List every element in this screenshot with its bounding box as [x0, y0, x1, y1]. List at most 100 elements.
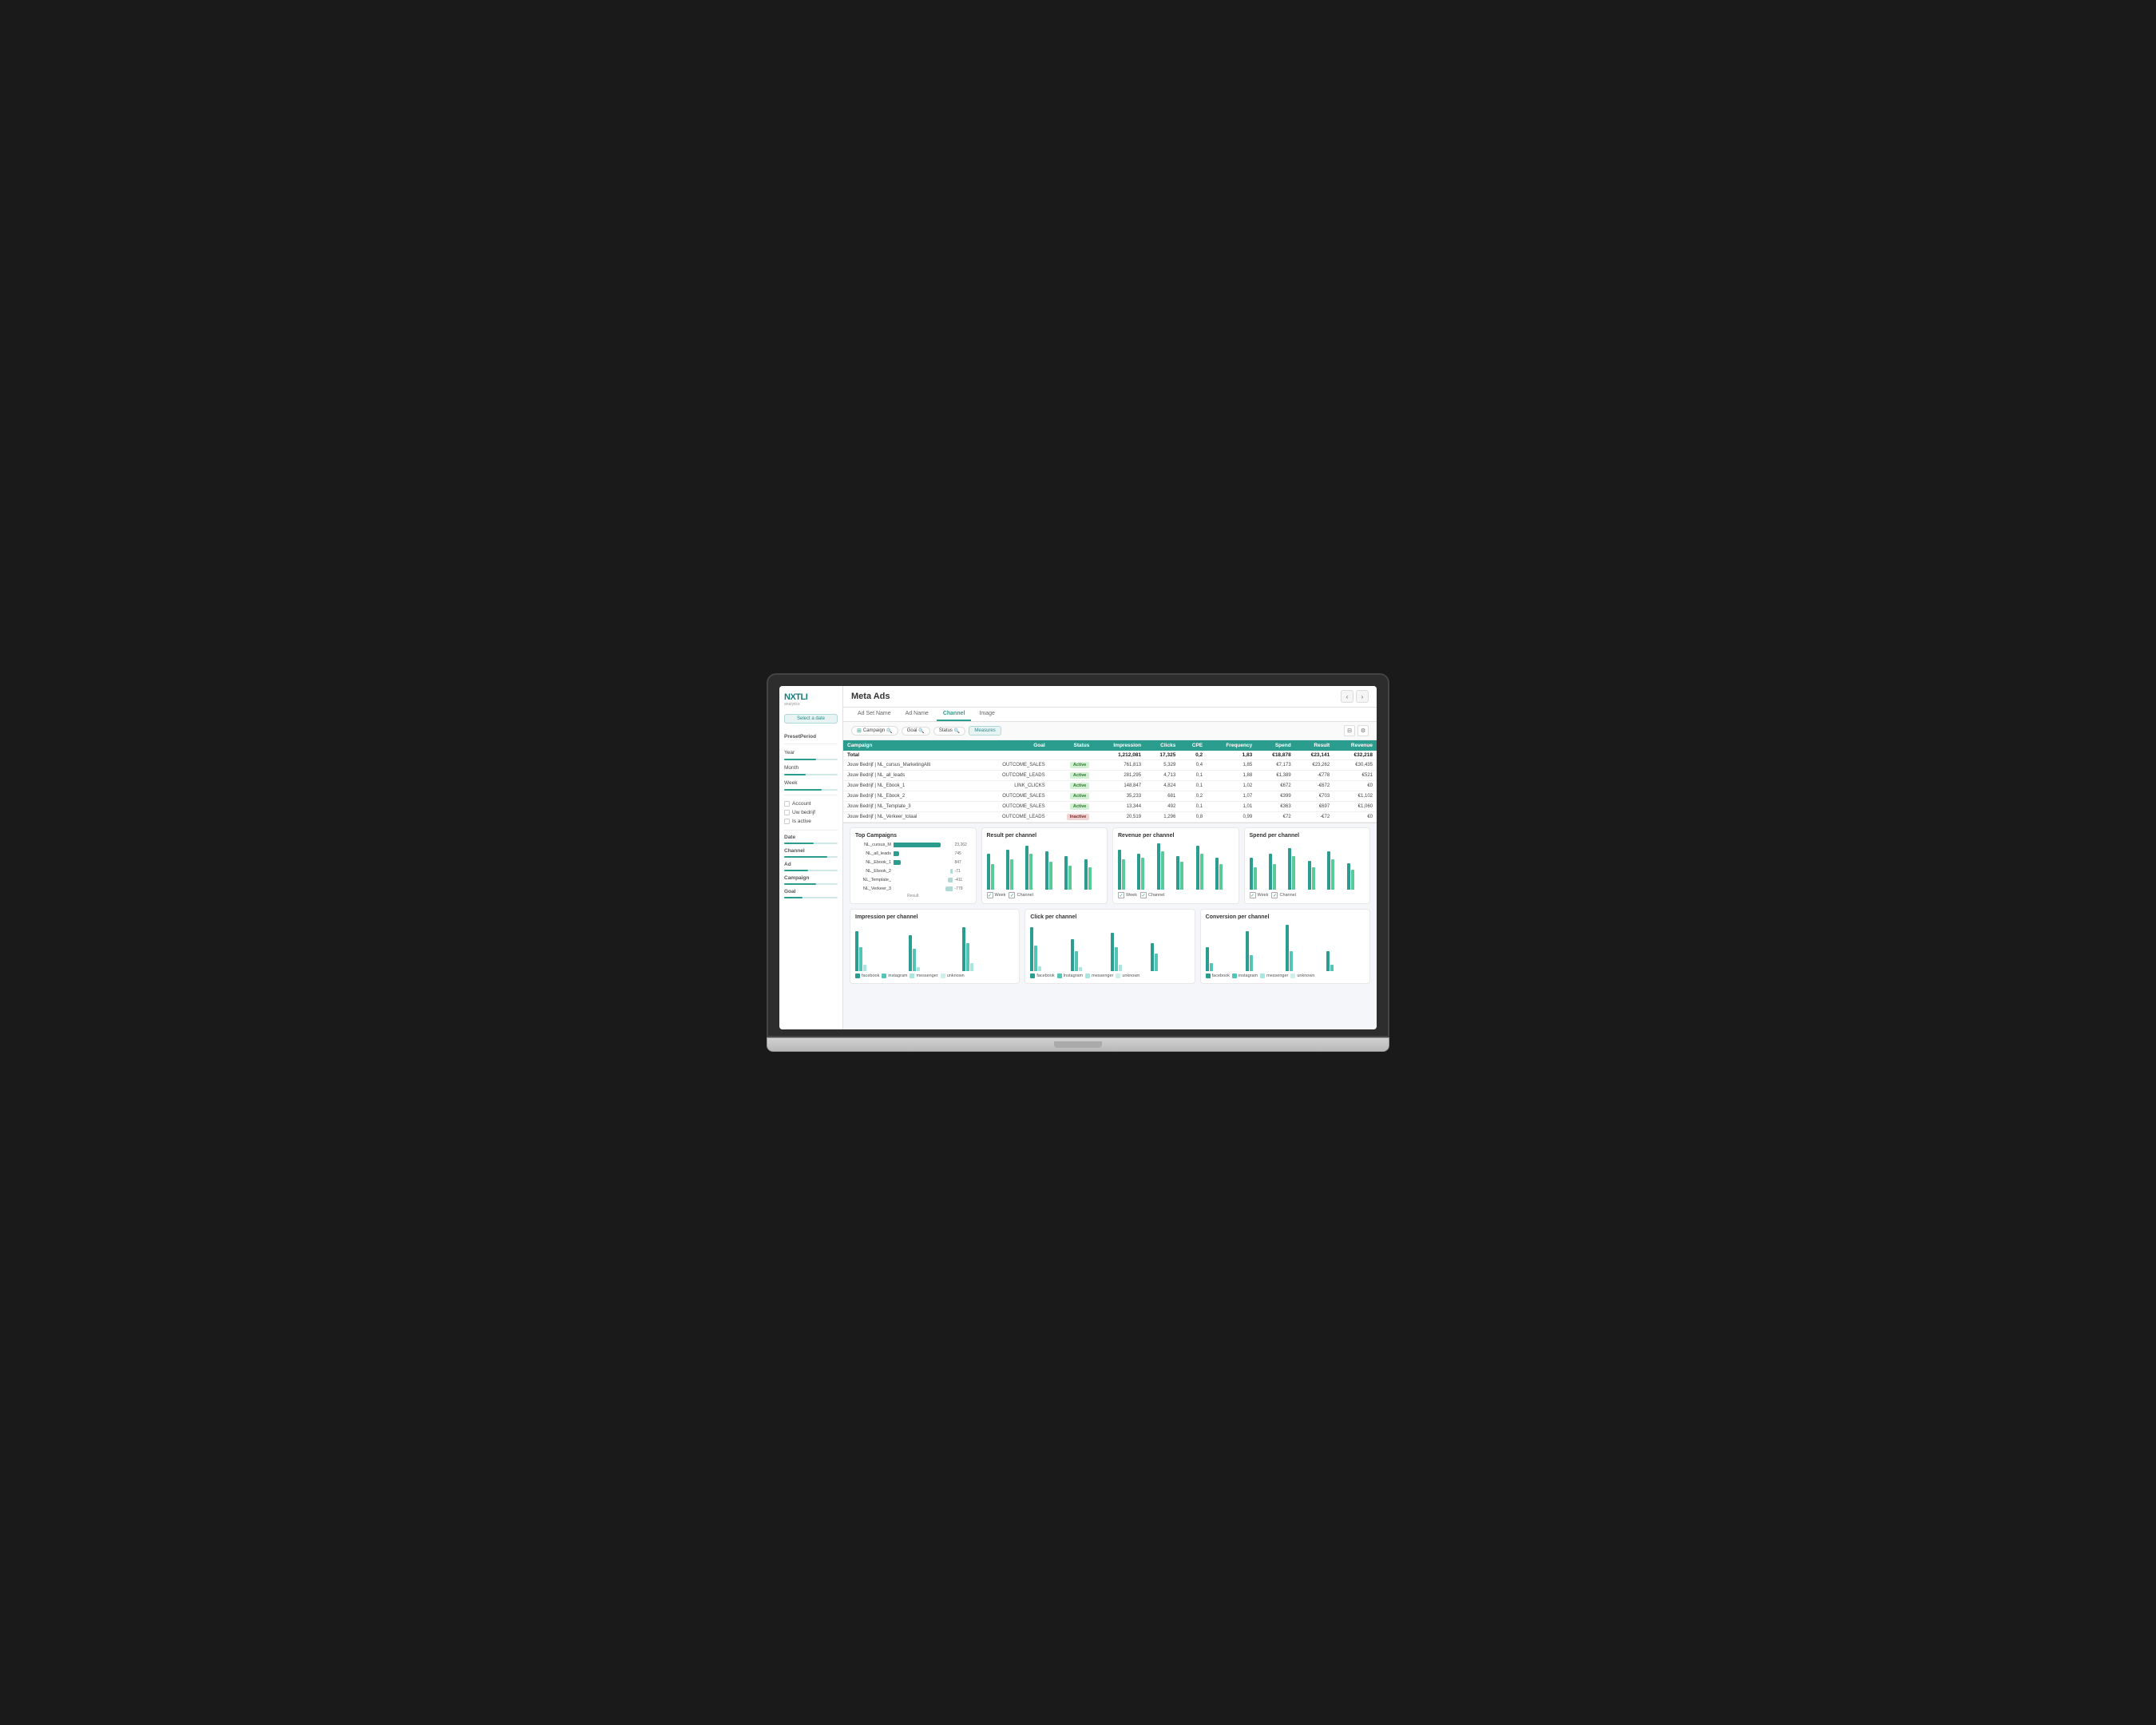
- col-revenue[interactable]: Revenue: [1334, 740, 1377, 751]
- result-channel-toggle[interactable]: ✓ Channel: [1009, 892, 1033, 898]
- tab-ad-set-name[interactable]: Ad Set Name: [851, 708, 898, 721]
- col-status[interactable]: Status: [1049, 740, 1094, 751]
- sidebar-item-is-active[interactable]: Is active: [784, 817, 838, 826]
- result-bar-group-6: [1084, 859, 1102, 890]
- col-clicks[interactable]: Clicks: [1145, 740, 1179, 751]
- row1-status: Active: [1070, 762, 1090, 768]
- imp-bar-1a: [855, 931, 858, 971]
- spend-week-toggle[interactable]: ✓ Week: [1250, 892, 1269, 898]
- row4-campaign: Jouw Bedrijf | NL_Ebook_2: [843, 791, 975, 802]
- sidebar-item-year[interactable]: Year: [784, 748, 838, 757]
- campaign-filter-chip[interactable]: ⊞ Campaign 🔍: [851, 726, 898, 736]
- result-bar-group-3: [1025, 846, 1043, 890]
- click-bar-chart: [1030, 923, 1189, 971]
- is-active-checkbox[interactable]: [784, 819, 790, 824]
- col-campaign[interactable]: Campaign: [843, 740, 975, 751]
- click-group-1: [1030, 927, 1068, 971]
- row1-campaign: Jouw Bedrijf | NL_cursus_MarketingAlti: [843, 760, 975, 771]
- conversion-legend: facebook instagram messenger: [1206, 974, 1365, 978]
- row4-spend: €399: [1256, 791, 1295, 802]
- settings-button[interactable]: ⚙: [1357, 725, 1369, 736]
- col-spend[interactable]: Spend: [1256, 740, 1295, 751]
- revenue-bar-green-5: [1200, 854, 1203, 890]
- measures-button[interactable]: Measures: [969, 726, 1001, 736]
- hbar-bar-neg-4: [950, 869, 952, 874]
- month-slider[interactable]: [784, 774, 838, 775]
- conv-bar-3a: [1286, 925, 1289, 971]
- col-cpe[interactable]: CPE: [1179, 740, 1207, 751]
- revenue-bar-group-6: [1215, 858, 1233, 890]
- conv-facebook-dot: [1206, 974, 1211, 978]
- divider-3: [784, 830, 838, 831]
- sidebar-item-month[interactable]: Month: [784, 763, 838, 772]
- conv-instagram-label: instagram: [1239, 974, 1258, 978]
- account-checkbox[interactable]: [784, 801, 790, 807]
- result-toggle: ✓ Week ✓ Channel: [987, 892, 1103, 898]
- table-row: Jouw Bedrijf | NL_all_leads OUTCOME_LEAD…: [843, 771, 1377, 781]
- revenue-bar-teal-6: [1215, 858, 1219, 890]
- col-result[interactable]: Result: [1295, 740, 1334, 751]
- sidebar-item-bedrijf[interactable]: Uw bedrijf: [784, 808, 838, 817]
- tab-channel[interactable]: Channel: [937, 708, 972, 721]
- spend-channel-toggle[interactable]: ✓ Channel: [1271, 892, 1296, 898]
- row5-revenue: €1,060: [1334, 802, 1377, 812]
- col-impression[interactable]: Impression: [1093, 740, 1145, 751]
- goal-filter-chip[interactable]: Goal 🔍: [902, 727, 930, 736]
- select-date-button[interactable]: Select a date: [784, 714, 838, 724]
- spend-channel-checkbox[interactable]: ✓: [1271, 892, 1278, 898]
- tab-ad-name[interactable]: Ad Name: [899, 708, 935, 721]
- channel-slider[interactable]: [784, 856, 838, 858]
- total-cpe: 0,2: [1179, 751, 1207, 760]
- date-slider-track: [784, 843, 838, 844]
- revenue-week-toggle[interactable]: ✓ Week: [1118, 892, 1137, 898]
- impression-bar-chart: [855, 923, 1014, 971]
- row6-goal: OUTCOME_LEADS: [975, 812, 1048, 823]
- status-filter-chip[interactable]: Status 🔍: [933, 727, 966, 736]
- hbar-row-6: NL_Verkeer_3 -779: [855, 886, 971, 892]
- nav-prev-button[interactable]: ‹: [1341, 690, 1353, 703]
- result-week-checkbox[interactable]: ✓: [987, 892, 993, 898]
- campaign-slider[interactable]: [784, 883, 838, 885]
- nav-next-button[interactable]: ›: [1356, 690, 1369, 703]
- week-slider[interactable]: [784, 789, 838, 791]
- date-slider[interactable]: [784, 843, 838, 844]
- click-bar-2b: [1075, 951, 1078, 971]
- laptop-container: NXTLI analytics Select a date PresetPeri…: [767, 673, 1389, 1052]
- col-goal[interactable]: Goal: [975, 740, 1048, 751]
- result-per-channel-title: Result per channel: [987, 833, 1103, 839]
- status-search-icon: 🔍: [954, 728, 960, 734]
- hbar-bar-pos-1: [894, 843, 941, 847]
- col-frequency[interactable]: Frequency: [1207, 740, 1256, 751]
- result-week-toggle[interactable]: ✓ Week: [987, 892, 1006, 898]
- result-channel-checkbox[interactable]: ✓: [1009, 892, 1015, 898]
- revenue-channel-checkbox[interactable]: ✓: [1140, 892, 1147, 898]
- tab-image[interactable]: Image: [973, 708, 1001, 721]
- click-unknown-dot: [1116, 974, 1120, 978]
- grid-view-button[interactable]: ⊟: [1344, 725, 1355, 736]
- hbar-value-5: -411: [955, 878, 971, 882]
- conv-messenger-label: messenger: [1266, 974, 1288, 978]
- conversion-bar-chart: [1206, 923, 1365, 971]
- sidebar-item-account[interactable]: Account: [784, 799, 838, 808]
- goal-search-icon: 🔍: [918, 728, 924, 734]
- revenue-week-checkbox[interactable]: ✓: [1118, 892, 1124, 898]
- goal-slider[interactable]: [784, 897, 838, 898]
- imp-group-3: [962, 927, 1014, 971]
- ad-slider[interactable]: [784, 870, 838, 871]
- account-label: Account: [792, 801, 811, 807]
- conv-group-1: [1206, 947, 1244, 971]
- revenue-bar-teal-4: [1176, 856, 1179, 890]
- spend-week-checkbox[interactable]: ✓: [1250, 892, 1256, 898]
- revenue-channel-toggle[interactable]: ✓ Channel: [1140, 892, 1165, 898]
- click-legend-unknown: unknown: [1116, 974, 1139, 978]
- year-slider[interactable]: [784, 759, 838, 760]
- conv-bar-4a: [1326, 951, 1330, 971]
- sidebar-item-week[interactable]: Week: [784, 779, 838, 787]
- bedrijf-checkbox[interactable]: [784, 810, 790, 815]
- spend-bar-green-2: [1273, 864, 1276, 890]
- conv-messenger-dot: [1260, 974, 1265, 978]
- row5-frequency: 1,01: [1207, 802, 1256, 812]
- campaign-chip-label: Campaign: [863, 728, 885, 733]
- imp-bar-3a: [962, 927, 965, 971]
- result-bar-teal-1: [987, 854, 990, 890]
